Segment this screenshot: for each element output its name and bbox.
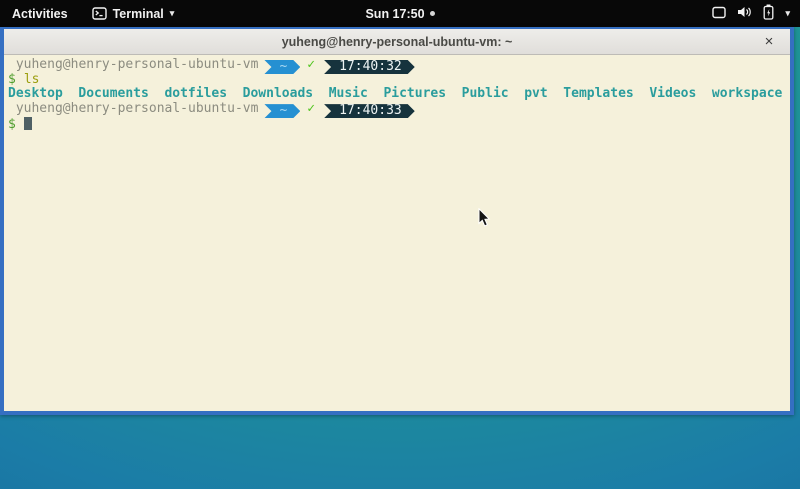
system-status-menu[interactable]: ▾ [702,0,800,27]
window-title: yuheng@henry-personal-ubuntu-vm: ~ [282,35,513,49]
directory-name: Public [462,86,509,101]
prompt-user: yuheng@henry-personal-ubuntu-vm [8,101,258,116]
prompt-directory-segment: ~ [264,60,300,74]
terminal-app-icon [92,7,107,20]
terminal-content[interactable]: yuheng@henry-personal-ubuntu-vm ~ ✓ 17:40:3… [4,55,790,411]
battery-charging-icon [763,4,774,23]
prompt-time: 17:40:32 [339,59,402,74]
volume-icon [737,5,752,22]
directory-name: Music [329,86,368,101]
chevron-down-icon: ▾ [785,9,790,18]
chevron-down-icon: ▾ [170,9,175,18]
directory-name: Documents [78,86,148,101]
status-check-icon: ✓ [307,57,315,72]
display-icon [712,6,726,22]
status-check-icon: ✓ [307,101,315,116]
prompt-directory: ~ [279,103,287,118]
window-titlebar[interactable]: yuheng@henry-personal-ubuntu-vm: ~ × [4,29,790,55]
directory-name: Templates [563,86,633,101]
prompt-line: yuheng@henry-personal-ubuntu-vm ~ ✓ 17:40:3… [8,58,790,73]
desktop-background: Activities Terminal ▾ Sun 17:50 [0,0,800,489]
terminal-window: yuheng@henry-personal-ubuntu-vm: ~ × yuh… [0,27,794,415]
clock-label[interactable]: Sun 17:50 [365,7,424,21]
directory-name: workspace [712,86,782,101]
terminal-cursor [24,117,32,130]
ls-output-line: Desktop Documents dotfiles Downloads Music Pi… [8,87,790,102]
prompt-time-segment: 17:40:33 [324,104,415,118]
top-bar: Activities Terminal ▾ Sun 17:50 [0,0,800,27]
prompt-time: 17:40:33 [339,103,402,118]
command-text: ls [24,72,40,87]
activities-button[interactable]: Activities [0,0,80,27]
prompt-time-segment: 17:40:32 [324,60,415,74]
prompt-directory: ~ [279,59,287,74]
directory-name: Downloads [243,86,313,101]
prompt-user: yuheng@henry-personal-ubuntu-vm [8,57,258,72]
prompt-symbol: $ [8,72,16,87]
command-line: $ ls [8,73,790,88]
close-button[interactable]: × [760,33,778,50]
app-menu-button[interactable]: Terminal ▾ [80,0,187,27]
app-menu-label: Terminal [113,7,164,21]
prompt-symbol: $ [8,117,16,132]
activities-label: Activities [12,7,68,21]
prompt-directory-segment: ~ [264,104,300,118]
directory-name: dotfiles [164,86,227,101]
input-line: $ [8,117,790,132]
directory-name: pvt [524,86,547,101]
notification-dot-icon [430,11,435,16]
directory-name: Desktop [8,86,63,101]
directory-name: Videos [649,86,696,101]
prompt-line: yuheng@henry-personal-ubuntu-vm ~ ✓ 17:40:3… [8,102,790,117]
directory-name: Pictures [383,86,446,101]
